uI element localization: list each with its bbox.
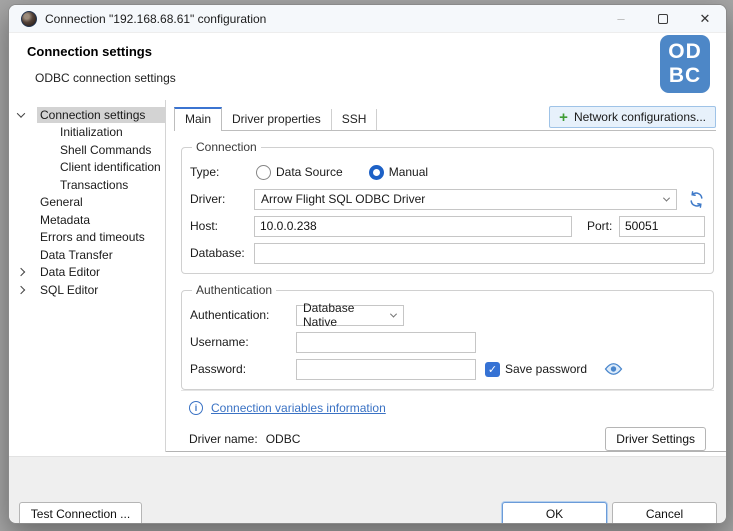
database-label: Database: — [190, 246, 254, 260]
maximize-button[interactable] — [642, 5, 684, 32]
connection-config-dialog: Connection "192.168.68.61" configuration… — [8, 4, 727, 524]
odbc-logo-line1: OD — [668, 40, 702, 64]
radio-data-source[interactable]: Data Source — [256, 165, 367, 180]
tab-bar: Main Driver properties SSH + Network con… — [174, 108, 716, 131]
password-row: Password: ✓ Save password — [190, 358, 705, 380]
type-row: Type: Data Source Manual — [190, 161, 705, 183]
username-input[interactable] — [296, 332, 476, 353]
cancel-button[interactable]: Cancel — [612, 502, 717, 524]
host-label: Host: — [190, 219, 254, 233]
connection-group-legend: Connection — [192, 140, 261, 154]
database-row: Database: — [190, 242, 705, 264]
refresh-drivers-icon[interactable] — [688, 191, 705, 208]
test-connection-button[interactable]: Test Connection ... — [19, 502, 142, 524]
tab-main[interactable]: Main — [174, 107, 222, 131]
page-title: Connection settings — [27, 44, 152, 59]
tree-item-shell-commands[interactable]: Shell Commands — [9, 141, 165, 159]
show-password-eye-icon[interactable] — [604, 362, 623, 376]
close-button[interactable]: ✕ — [684, 5, 726, 32]
connection-group: Connection Type: Data Source Manual Driv… — [181, 140, 714, 274]
authentication-select[interactable]: Database Native — [296, 305, 404, 326]
title-bar: Connection "192.168.68.61" configuration… — [9, 5, 726, 33]
save-password-checkbox[interactable]: ✓ — [485, 362, 500, 377]
chevron-down-icon — [663, 194, 670, 201]
content-area: Connection settings Initialization Shell… — [9, 100, 726, 452]
database-input[interactable] — [254, 243, 705, 264]
tree-item-data-editor[interactable]: Data Editor — [9, 264, 165, 282]
ok-button[interactable]: OK — [502, 502, 607, 524]
driver-row: Driver: Arrow Flight SQL ODBC Driver — [190, 188, 705, 210]
tree-item-general[interactable]: General — [9, 194, 165, 212]
radio-checked-icon — [369, 165, 384, 180]
chevron-down-icon — [390, 310, 397, 317]
authentication-group-legend: Authentication — [192, 283, 276, 297]
driver-label: Driver: — [190, 192, 254, 206]
maximize-icon — [658, 14, 668, 24]
window-title: Connection "192.168.68.61" configuration — [45, 12, 266, 26]
type-label: Type: — [190, 165, 254, 179]
connection-variables-row: i Connection variables information — [189, 401, 706, 415]
username-row: Username: — [190, 331, 705, 353]
info-icon: i — [189, 401, 203, 415]
chevron-right-icon[interactable] — [14, 287, 28, 293]
dialog-footer: Test Connection ... OK Cancel — [9, 456, 726, 523]
driver-name-row: Driver name: ODBC Driver Settings — [189, 427, 706, 451]
page-subtitle: ODBC connection settings — [35, 71, 176, 85]
network-configurations-button[interactable]: + Network configurations... — [549, 106, 716, 128]
tree-item-initialization[interactable]: Initialization — [9, 124, 165, 142]
window-controls: – ✕ — [600, 5, 726, 32]
odbc-logo: OD BC — [660, 35, 710, 93]
username-label: Username: — [190, 335, 296, 349]
radio-unchecked-icon — [256, 165, 271, 180]
password-label: Password: — [190, 362, 296, 376]
plus-icon: + — [559, 110, 568, 125]
tree-item-transactions[interactable]: Transactions — [9, 176, 165, 194]
tree-item-errors-and-timeouts[interactable]: Errors and timeouts — [9, 229, 165, 247]
driver-select[interactable]: Arrow Flight SQL ODBC Driver — [254, 189, 677, 210]
connection-variables-link[interactable]: Connection variables information — [211, 401, 386, 415]
minimize-button[interactable]: – — [600, 5, 642, 32]
chevron-right-icon[interactable] — [14, 269, 28, 275]
tree-item-connection-settings[interactable]: Connection settings — [9, 106, 165, 124]
port-label: Port: — [587, 219, 619, 233]
save-password-label: Save password — [505, 362, 587, 376]
tree-item-data-transfer[interactable]: Data Transfer — [9, 246, 165, 264]
bottom-info: i Connection variables information Drive… — [181, 390, 714, 460]
tab-driver-properties[interactable]: Driver properties — [222, 109, 332, 130]
radio-manual[interactable]: Manual — [369, 165, 452, 180]
app-icon — [21, 11, 37, 27]
driver-name-label: Driver name: — [189, 432, 258, 446]
minimize-icon: – — [617, 11, 624, 26]
tree-item-sql-editor[interactable]: SQL Editor — [9, 281, 165, 299]
port-input[interactable] — [619, 216, 705, 237]
tab-ssh[interactable]: SSH — [332, 109, 378, 130]
password-input[interactable] — [296, 359, 476, 380]
odbc-logo-line2: BC — [669, 64, 701, 88]
main-panel: Main Driver properties SSH + Network con… — [166, 100, 726, 452]
authentication-label: Authentication: — [190, 308, 296, 322]
tree-item-metadata[interactable]: Metadata — [9, 211, 165, 229]
driver-name-value: ODBC — [266, 432, 301, 446]
close-icon: ✕ — [700, 11, 711, 27]
dialog-header: Connection settings ODBC connection sett… — [9, 33, 726, 100]
settings-tree: Connection settings Initialization Shell… — [9, 100, 166, 452]
tree-item-client-identification[interactable]: Client identification — [9, 159, 165, 177]
host-row: Host: Port: — [190, 215, 705, 237]
authentication-group: Authentication Authentication: Database … — [181, 283, 714, 390]
authentication-row: Authentication: Database Native — [190, 304, 705, 326]
host-input[interactable] — [254, 216, 572, 237]
driver-settings-button[interactable]: Driver Settings — [605, 427, 706, 451]
chevron-down-icon[interactable] — [14, 112, 28, 118]
